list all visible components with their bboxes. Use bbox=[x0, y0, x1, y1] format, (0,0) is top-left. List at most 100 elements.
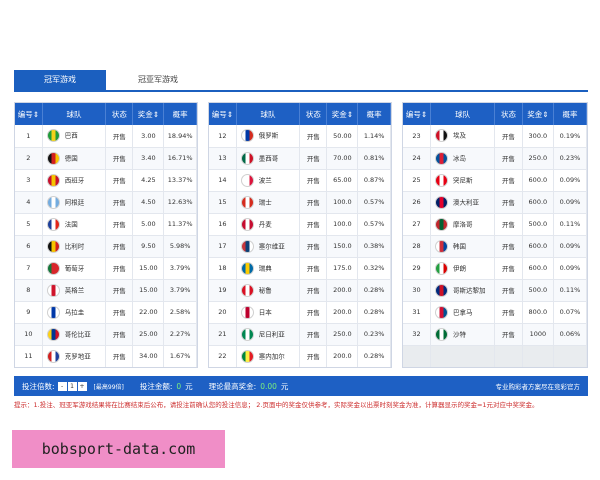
table-row[interactable]: 7 葡萄牙 开售 15.00 3.79% bbox=[15, 257, 197, 280]
prize-value[interactable]: 175.0 bbox=[326, 257, 359, 280]
prize-value[interactable]: 600.0 bbox=[522, 169, 554, 192]
team-cell[interactable]: 克罗地亚 bbox=[42, 345, 107, 367]
table-row[interactable]: 11 克罗地亚 开售 34.00 1.67% bbox=[15, 345, 197, 367]
prize-value[interactable]: 25.00 bbox=[132, 323, 165, 346]
team-cell[interactable]: 澳大利亚 bbox=[430, 191, 496, 214]
prize-value[interactable]: 100.0 bbox=[326, 213, 359, 236]
team-cell[interactable]: 塞尔维亚 bbox=[236, 235, 301, 258]
team-cell[interactable]: 法国 bbox=[42, 213, 107, 236]
team-cell[interactable]: 哥斯达黎加 bbox=[430, 279, 496, 302]
team-cell[interactable]: 瑞士 bbox=[236, 191, 301, 214]
column-header[interactable]: 编号⇕ bbox=[15, 103, 43, 125]
team-cell[interactable]: 瑞典 bbox=[236, 257, 301, 280]
team-cell[interactable]: 埃及 bbox=[430, 125, 496, 148]
team-cell[interactable]: 突尼斯 bbox=[430, 169, 496, 192]
table-row[interactable]: 23 埃及 开售 300.0 0.19% bbox=[403, 125, 587, 148]
prize-value[interactable]: 1000 bbox=[522, 323, 554, 346]
prize-value[interactable]: 200.0 bbox=[326, 279, 359, 302]
prize-value[interactable]: 50.00 bbox=[326, 125, 359, 148]
prize-value[interactable]: 300.0 bbox=[522, 125, 554, 148]
table-row[interactable]: 2 德国 开售 3.40 16.71% bbox=[15, 147, 197, 170]
team-cell[interactable]: 韩国 bbox=[430, 235, 496, 258]
prize-value[interactable]: 100.0 bbox=[326, 191, 359, 214]
tab-champion[interactable]: 冠军游戏 bbox=[14, 70, 106, 90]
prize-value[interactable]: 200.0 bbox=[326, 301, 359, 324]
prize-value[interactable]: 4.50 bbox=[132, 191, 165, 214]
team-cell[interactable]: 日本 bbox=[236, 301, 301, 324]
table-row[interactable]: 1 巴西 开售 3.00 18.94% bbox=[15, 125, 197, 148]
table-row[interactable]: 32 沙特 开售 1000 0.06% bbox=[403, 323, 587, 346]
table-row[interactable]: 22 塞内加尔 开售 200.0 0.28% bbox=[209, 345, 391, 367]
table-row[interactable]: 13 墨西哥 开售 70.00 0.81% bbox=[209, 147, 391, 170]
table-row[interactable]: 20 日本 开售 200.0 0.28% bbox=[209, 301, 391, 324]
team-cell[interactable]: 德国 bbox=[42, 147, 107, 170]
column-header[interactable]: 奖金⇕ bbox=[326, 103, 359, 125]
team-cell[interactable]: 伊朗 bbox=[430, 257, 496, 280]
table-row[interactable]: 17 塞尔维亚 开售 150.0 0.38% bbox=[209, 235, 391, 258]
team-cell[interactable]: 英格兰 bbox=[42, 279, 107, 302]
prize-value[interactable]: 200.0 bbox=[326, 345, 359, 367]
prize-value[interactable]: 15.00 bbox=[132, 279, 165, 302]
table-row[interactable]: 28 韩国 开售 600.0 0.09% bbox=[403, 235, 587, 258]
table-row[interactable]: 5 法国 开售 5.00 11.37% bbox=[15, 213, 197, 236]
team-cell[interactable]: 哥伦比亚 bbox=[42, 323, 107, 346]
prize-value[interactable]: 4.25 bbox=[132, 169, 165, 192]
table-row[interactable]: 14 波兰 开售 65.00 0.87% bbox=[209, 169, 391, 192]
prize-value[interactable]: 250.0 bbox=[522, 147, 554, 170]
team-cell[interactable]: 巴拿马 bbox=[430, 301, 496, 324]
team-cell[interactable]: 比利时 bbox=[42, 235, 107, 258]
prize-value[interactable]: 3.40 bbox=[132, 147, 165, 170]
team-cell[interactable]: 塞内加尔 bbox=[236, 345, 301, 367]
increase-multiplier-button[interactable]: + bbox=[77, 381, 87, 391]
prize-value[interactable]: 600.0 bbox=[522, 235, 554, 258]
table-row[interactable]: 27 摩洛哥 开售 500.0 0.11% bbox=[403, 213, 587, 236]
team-cell[interactable]: 巴西 bbox=[42, 125, 107, 148]
table-row[interactable]: 15 瑞士 开售 100.0 0.57% bbox=[209, 191, 391, 214]
table-row[interactable]: 31 巴拿马 开售 800.0 0.07% bbox=[403, 301, 587, 324]
column-header[interactable]: 编号⇕ bbox=[403, 103, 432, 125]
prize-value[interactable]: 34.00 bbox=[132, 345, 165, 367]
prize-value[interactable]: 70.00 bbox=[326, 147, 359, 170]
table-row[interactable]: 18 瑞典 开售 175.0 0.32% bbox=[209, 257, 391, 280]
table-row[interactable]: 25 突尼斯 开售 600.0 0.09% bbox=[403, 169, 587, 192]
prize-value[interactable]: 150.0 bbox=[326, 235, 359, 258]
prize-value[interactable]: 600.0 bbox=[522, 191, 554, 214]
column-header[interactable]: 奖金⇕ bbox=[522, 103, 554, 125]
team-cell[interactable]: 俄罗斯 bbox=[236, 125, 301, 148]
decrease-multiplier-button[interactable]: - bbox=[57, 381, 67, 391]
prize-value[interactable]: 22.00 bbox=[132, 301, 165, 324]
prize-value[interactable]: 250.0 bbox=[326, 323, 359, 346]
prize-value[interactable]: 5.00 bbox=[132, 213, 165, 236]
team-cell[interactable]: 西班牙 bbox=[42, 169, 107, 192]
multiplier-input[interactable]: 1 bbox=[67, 381, 77, 391]
team-cell[interactable]: 墨西哥 bbox=[236, 147, 301, 170]
prize-value[interactable]: 500.0 bbox=[522, 279, 554, 302]
team-cell[interactable]: 阿根廷 bbox=[42, 191, 107, 214]
table-row[interactable]: 16 丹麦 开售 100.0 0.57% bbox=[209, 213, 391, 236]
table-row[interactable]: 3 西班牙 开售 4.25 13.37% bbox=[15, 169, 197, 192]
table-row[interactable]: 6 比利时 开售 9.50 5.98% bbox=[15, 235, 197, 258]
table-row[interactable]: 8 英格兰 开售 15.00 3.79% bbox=[15, 279, 197, 302]
team-cell[interactable]: 丹麦 bbox=[236, 213, 301, 236]
team-cell[interactable]: 沙特 bbox=[430, 323, 496, 346]
prize-value[interactable]: 3.00 bbox=[132, 125, 165, 148]
prize-value[interactable]: 600.0 bbox=[522, 257, 554, 280]
table-row[interactable]: 12 俄罗斯 开售 50.00 1.14% bbox=[209, 125, 391, 148]
table-row[interactable]: 21 尼日利亚 开售 250.0 0.23% bbox=[209, 323, 391, 346]
table-row[interactable]: 26 澳大利亚 开售 600.0 0.09% bbox=[403, 191, 587, 214]
prize-value[interactable]: 500.0 bbox=[522, 213, 554, 236]
team-cell[interactable]: 乌拉圭 bbox=[42, 301, 107, 324]
team-cell[interactable]: 摩洛哥 bbox=[430, 213, 496, 236]
team-cell[interactable]: 葡萄牙 bbox=[42, 257, 107, 280]
table-row[interactable]: 19 秘鲁 开售 200.0 0.28% bbox=[209, 279, 391, 302]
table-row[interactable]: 29 伊朗 开售 600.0 0.09% bbox=[403, 257, 587, 280]
table-row[interactable]: 4 阿根廷 开售 4.50 12.63% bbox=[15, 191, 197, 214]
team-cell[interactable]: 秘鲁 bbox=[236, 279, 301, 302]
prize-value[interactable]: 9.50 bbox=[132, 235, 165, 258]
team-cell[interactable]: 尼日利亚 bbox=[236, 323, 301, 346]
column-header[interactable]: 奖金⇕ bbox=[132, 103, 165, 125]
prize-value[interactable]: 800.0 bbox=[522, 301, 554, 324]
column-header[interactable]: 编号⇕ bbox=[209, 103, 237, 125]
prize-value[interactable]: 65.00 bbox=[326, 169, 359, 192]
team-cell[interactable]: 波兰 bbox=[236, 169, 301, 192]
